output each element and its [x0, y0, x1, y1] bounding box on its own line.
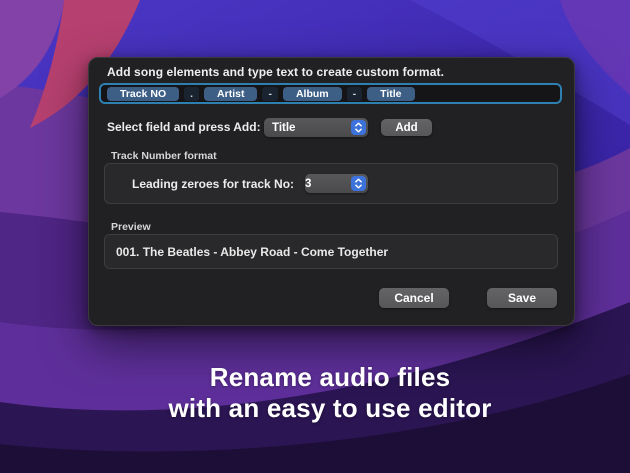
- format-token-album[interactable]: Album: [283, 87, 342, 101]
- leading-zeroes-value: 3: [305, 178, 311, 190]
- cancel-button[interactable]: Cancel: [379, 288, 449, 308]
- track-number-group-box: Leading zeroes for track No: 3: [104, 163, 558, 204]
- rename-format-dialog: Add song elements and type text to creat…: [88, 57, 575, 326]
- format-separator: -: [262, 87, 278, 101]
- caption-line-2: with an easy to use editor: [30, 393, 630, 424]
- add-button[interactable]: Add: [381, 119, 432, 136]
- chevron-up-down-icon: [351, 120, 366, 135]
- preview-filename-text: 001. The Beatles - Abbey Road - Come Tog…: [116, 245, 388, 259]
- leading-zeroes-label: Leading zeroes for track No:: [132, 177, 294, 191]
- select-field-label: Select field and press Add:: [107, 120, 261, 134]
- preview-box: 001. The Beatles - Abbey Road - Come Tog…: [104, 234, 558, 269]
- chevron-up-down-icon: [351, 176, 366, 191]
- track-number-group-title: Track Number format: [111, 150, 217, 162]
- field-dropdown-value: Title: [264, 122, 295, 134]
- format-token-title[interactable]: Title: [367, 87, 414, 101]
- marketing-caption: Rename audio files with an easy to use e…: [30, 362, 630, 424]
- field-dropdown[interactable]: Title: [264, 118, 368, 137]
- instruction-text: Add song elements and type text to creat…: [107, 65, 444, 79]
- format-separator: .: [184, 87, 199, 101]
- format-separator: -: [347, 87, 363, 101]
- format-token-field[interactable]: Track NO . Artist - Album - Title: [99, 83, 562, 104]
- caption-line-1: Rename audio files: [30, 362, 630, 393]
- format-token-artist[interactable]: Artist: [204, 87, 257, 101]
- preview-group-title: Preview: [111, 221, 151, 233]
- leading-zeroes-dropdown[interactable]: 3: [305, 174, 368, 193]
- screenshot-root: Add song elements and type text to creat…: [0, 0, 630, 473]
- save-button[interactable]: Save: [487, 288, 557, 308]
- format-token-track-no[interactable]: Track NO: [107, 87, 179, 101]
